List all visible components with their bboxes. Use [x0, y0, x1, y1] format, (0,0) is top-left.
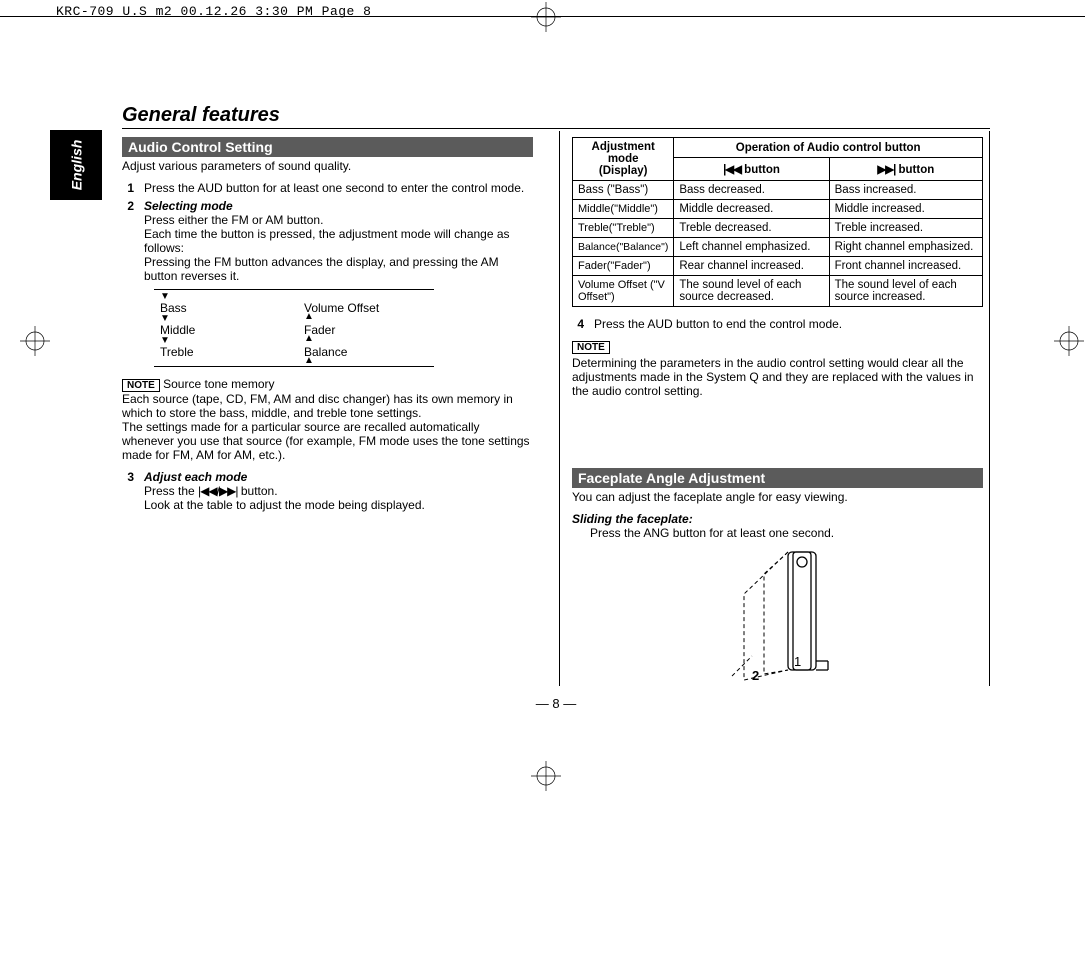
- flow-voloffset: Volume Offset: [304, 301, 379, 315]
- faceplate-illustration: 1 2: [708, 546, 848, 686]
- audio-control-heading: Audio Control Setting: [122, 137, 533, 157]
- table-row: Volume Offset ("V Offset")The sound leve…: [573, 276, 983, 307]
- language-tab: English: [50, 130, 102, 200]
- prev-next-icon: |◀◀/▶▶|: [198, 484, 237, 498]
- faceplate-subtitle: Sliding the faceplate:: [572, 512, 983, 526]
- note-p1: Each source (tape, CD, FM, AM and disc c…: [122, 392, 533, 420]
- step-2-title: Selecting mode: [144, 199, 533, 213]
- table-hdr-prev: button: [741, 164, 780, 176]
- page-number: — 8 —: [122, 696, 990, 711]
- faceplate-subbody: Press the ANG button for at least one se…: [590, 526, 983, 540]
- faceplate-fig-2: 2: [752, 668, 759, 683]
- flow-fader: Fader: [304, 323, 335, 337]
- registration-mark-icon: [20, 326, 50, 356]
- step-2-line3: Pressing the FM button advances the disp…: [144, 255, 533, 283]
- table-row: Middle("Middle")Middle decreased.Middle …: [573, 200, 983, 219]
- step-2-line1: Press either the FM or AM button.: [144, 213, 533, 227]
- next-icon: ▶▶|: [877, 164, 895, 176]
- prev-icon: |◀◀: [723, 164, 741, 176]
- table-hdr-next: button: [895, 164, 934, 176]
- audio-control-table: Adjustment mode (Display) Operation of A…: [572, 137, 983, 307]
- step-4-body: Press the AUD button to end the control …: [594, 317, 983, 331]
- table-hdr-mode-3: (Display): [578, 165, 668, 177]
- note-p2: The settings made for a particular sourc…: [122, 420, 533, 462]
- table-hdr-mode-1: Adjustment: [578, 141, 668, 153]
- flow-treble: Treble: [160, 345, 194, 359]
- language-tab-label: English: [68, 140, 84, 191]
- step-1-number: 1: [122, 181, 134, 195]
- note-label: NOTE: [572, 341, 610, 354]
- faceplate-heading: Faceplate Angle Adjustment: [572, 468, 983, 488]
- section-title: General features: [122, 104, 990, 129]
- table-row: Bass ("Bass")Bass decreased.Bass increas…: [573, 181, 983, 200]
- flow-middle: Middle: [160, 323, 195, 337]
- step-4-number: 4: [572, 317, 584, 331]
- note-title: Source tone memory: [163, 377, 274, 391]
- step-2-line2: Each time the button is pressed, the adj…: [144, 227, 533, 255]
- table-row: Treble("Treble")Treble decreased.Treble …: [573, 219, 983, 238]
- note2-body: Determining the parameters in the audio …: [572, 356, 983, 398]
- step-3-line1: Press the |◀◀/▶▶| button.: [144, 484, 533, 498]
- table-row: Balance("Balance")Left channel emphasize…: [573, 238, 983, 257]
- mode-flow-diagram: ▼ ▼ ▼ ▲ ▲ ▲ Bass Middle Treble Volume Of…: [154, 289, 454, 367]
- step-2-number: 2: [122, 199, 134, 369]
- table-hdr-op: Operation of Audio control button: [674, 138, 983, 158]
- flow-bass: Bass: [160, 301, 187, 315]
- step-3-title: Adjust each mode: [144, 470, 533, 484]
- registration-mark-icon: [1054, 326, 1084, 356]
- note-label: NOTE: [122, 379, 160, 392]
- step-3-line2: Look at the table to adjust the mode bei…: [144, 498, 533, 512]
- step-3-number: 3: [122, 470, 134, 512]
- registration-mark-icon: [531, 761, 561, 791]
- faceplate-lead: You can adjust the faceplate angle for e…: [572, 490, 983, 504]
- step-1-body: Press the AUD button for at least one se…: [144, 181, 533, 195]
- registration-mark-icon: [531, 2, 561, 32]
- table-row: Fader("Fader")Rear channel increased.Fro…: [573, 257, 983, 276]
- faceplate-fig-1: 1: [794, 654, 801, 669]
- table-hdr-mode-2: mode: [578, 153, 668, 165]
- flow-balance: Balance: [304, 345, 347, 359]
- audio-lead: Adjust various parameters of sound quali…: [122, 159, 533, 173]
